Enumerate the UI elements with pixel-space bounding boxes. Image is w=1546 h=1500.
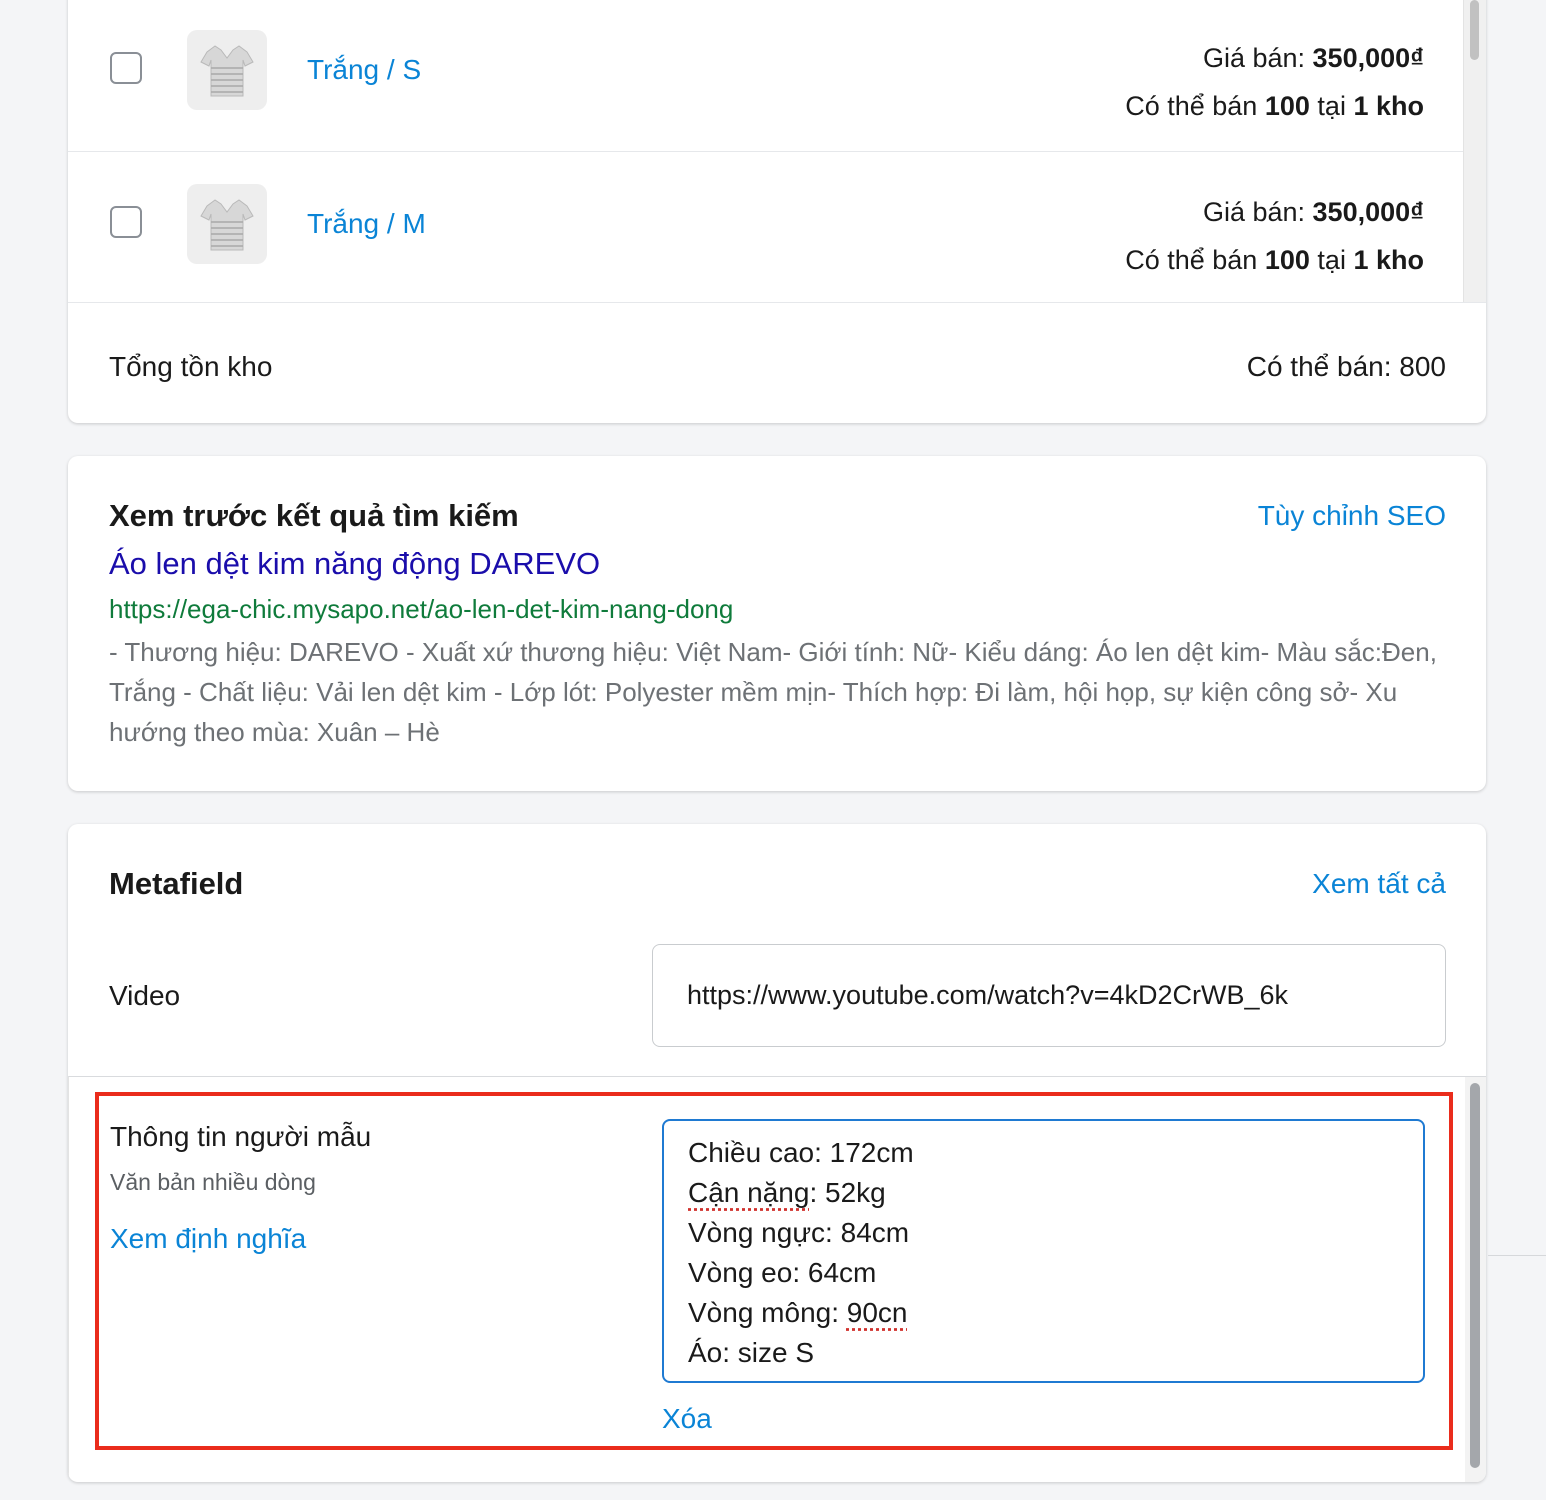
seo-url: https://ega-chic.mysapo.net/ao-len-det-k…	[109, 594, 734, 624]
price-value: 350,000₫	[1312, 197, 1424, 227]
seo-preview-card: Xem trước kết quả tìm kiếm Tùy chỉnh SEO…	[68, 456, 1486, 791]
stock-mid: tại	[1317, 245, 1346, 275]
variant-price-info: Giá bán: 350,000₫ Có thể bán 100 tại 1 k…	[1125, 188, 1424, 284]
model-info-textarea[interactable]: Chiều cao: 172cm Cận nặng: 52kg Vòng ngự…	[662, 1119, 1425, 1383]
spellcheck-word: 90cn	[846, 1297, 908, 1328]
stock-prefix: Có thể bán	[1125, 91, 1258, 121]
price-value: 350,000₫	[1312, 43, 1424, 73]
seo-description: - Thương hiệu: DAREVO - Xuất xứ thương h…	[109, 637, 1437, 747]
panel-scrollbar[interactable]	[1465, 1077, 1486, 1482]
video-url-input[interactable]	[652, 944, 1446, 1047]
price-label: Giá bán:	[1202, 43, 1306, 73]
stock-prefix: Có thể bán	[1125, 245, 1258, 275]
textarea-line-rest: : 52kg	[809, 1177, 886, 1208]
variant-checkbox[interactable]	[110, 52, 142, 84]
video-label: Video	[109, 980, 181, 1011]
inventory-total-value: Có thể bán: 800	[1246, 351, 1446, 382]
field-type-label: Văn bản nhiều dòng	[110, 1169, 316, 1195]
product-thumbnail	[187, 184, 267, 264]
spellcheck-word: Cận nặng	[688, 1177, 810, 1208]
variant-name-link[interactable]: Trắng / M	[307, 208, 426, 240]
model-info-label: Thông tin người mẫu	[110, 1121, 372, 1152]
variant-row[interactable]: Trắng / M Giá bán: 350,000₫ Có thể bán 1…	[68, 154, 1464, 306]
stock-mid: tại	[1317, 91, 1346, 121]
scrollbar-thumb[interactable]	[1470, 0, 1479, 60]
textarea-line: Chiều cao: 172cm	[688, 1137, 914, 1168]
stock-qty: 100	[1264, 91, 1310, 121]
textarea-line: Cận nặng: 52kg	[688, 1173, 1399, 1213]
variant-price-info: Giá bán: 350,000₫ Có thể bán 100 tại 1 k…	[1125, 34, 1424, 130]
price-label: Giá bán:	[1202, 197, 1306, 227]
view-all-link[interactable]: Xem tất cả	[1312, 868, 1446, 900]
shirt-image-icon	[200, 199, 254, 251]
stock-location: 1 kho	[1353, 91, 1424, 121]
variant-name-link[interactable]: Trắng / S	[307, 54, 421, 86]
variant-checkbox[interactable]	[110, 206, 142, 238]
textarea-line: Vòng eo: 64cm	[688, 1257, 877, 1288]
textarea-line: Vòng ngực: 84cm	[688, 1217, 910, 1248]
stock-location: 1 kho	[1353, 245, 1424, 275]
scrollbar-thumb[interactable]	[1470, 1083, 1480, 1468]
seo-title: Áo len dệt kim năng động DAREVO	[109, 546, 601, 581]
product-thumbnail	[187, 30, 267, 110]
variant-row[interactable]: Trắng / S Giá bán: 350,000₫ Có thể bán 1…	[68, 0, 1464, 152]
variant-list-scrollbar[interactable]	[1463, 0, 1486, 302]
stock-qty: 100	[1264, 245, 1310, 275]
textarea-line: Áo: size S	[688, 1337, 815, 1368]
variants-card: Trắng / S Giá bán: 350,000₫ Có thể bán 1…	[68, 0, 1486, 423]
textarea-line: Vòng mông: 90cn	[688, 1293, 1399, 1333]
model-info-panel: Thông tin người mẫu Văn bản nhiều dòng X…	[68, 1076, 1486, 1482]
view-definition-link[interactable]: Xem định nghĩa	[110, 1223, 306, 1255]
shirt-image-icon	[200, 45, 254, 97]
customize-seo-link[interactable]: Tùy chỉnh SEO	[1258, 500, 1446, 532]
metafield-card: Metafield Xem tất cả Video Thông tin ngư…	[68, 824, 1486, 1482]
inventory-total-label: Tổng tồn kho	[109, 351, 273, 382]
textarea-line-start: Vòng mông:	[688, 1297, 847, 1328]
divider	[1488, 1255, 1546, 1256]
delete-link[interactable]: Xóa	[662, 1403, 712, 1435]
metafield-heading: Metafield	[109, 866, 244, 901]
inventory-total-row: Tổng tồn kho Có thể bán: 800	[68, 302, 1486, 424]
seo-heading: Xem trước kết quả tìm kiếm	[109, 498, 519, 533]
